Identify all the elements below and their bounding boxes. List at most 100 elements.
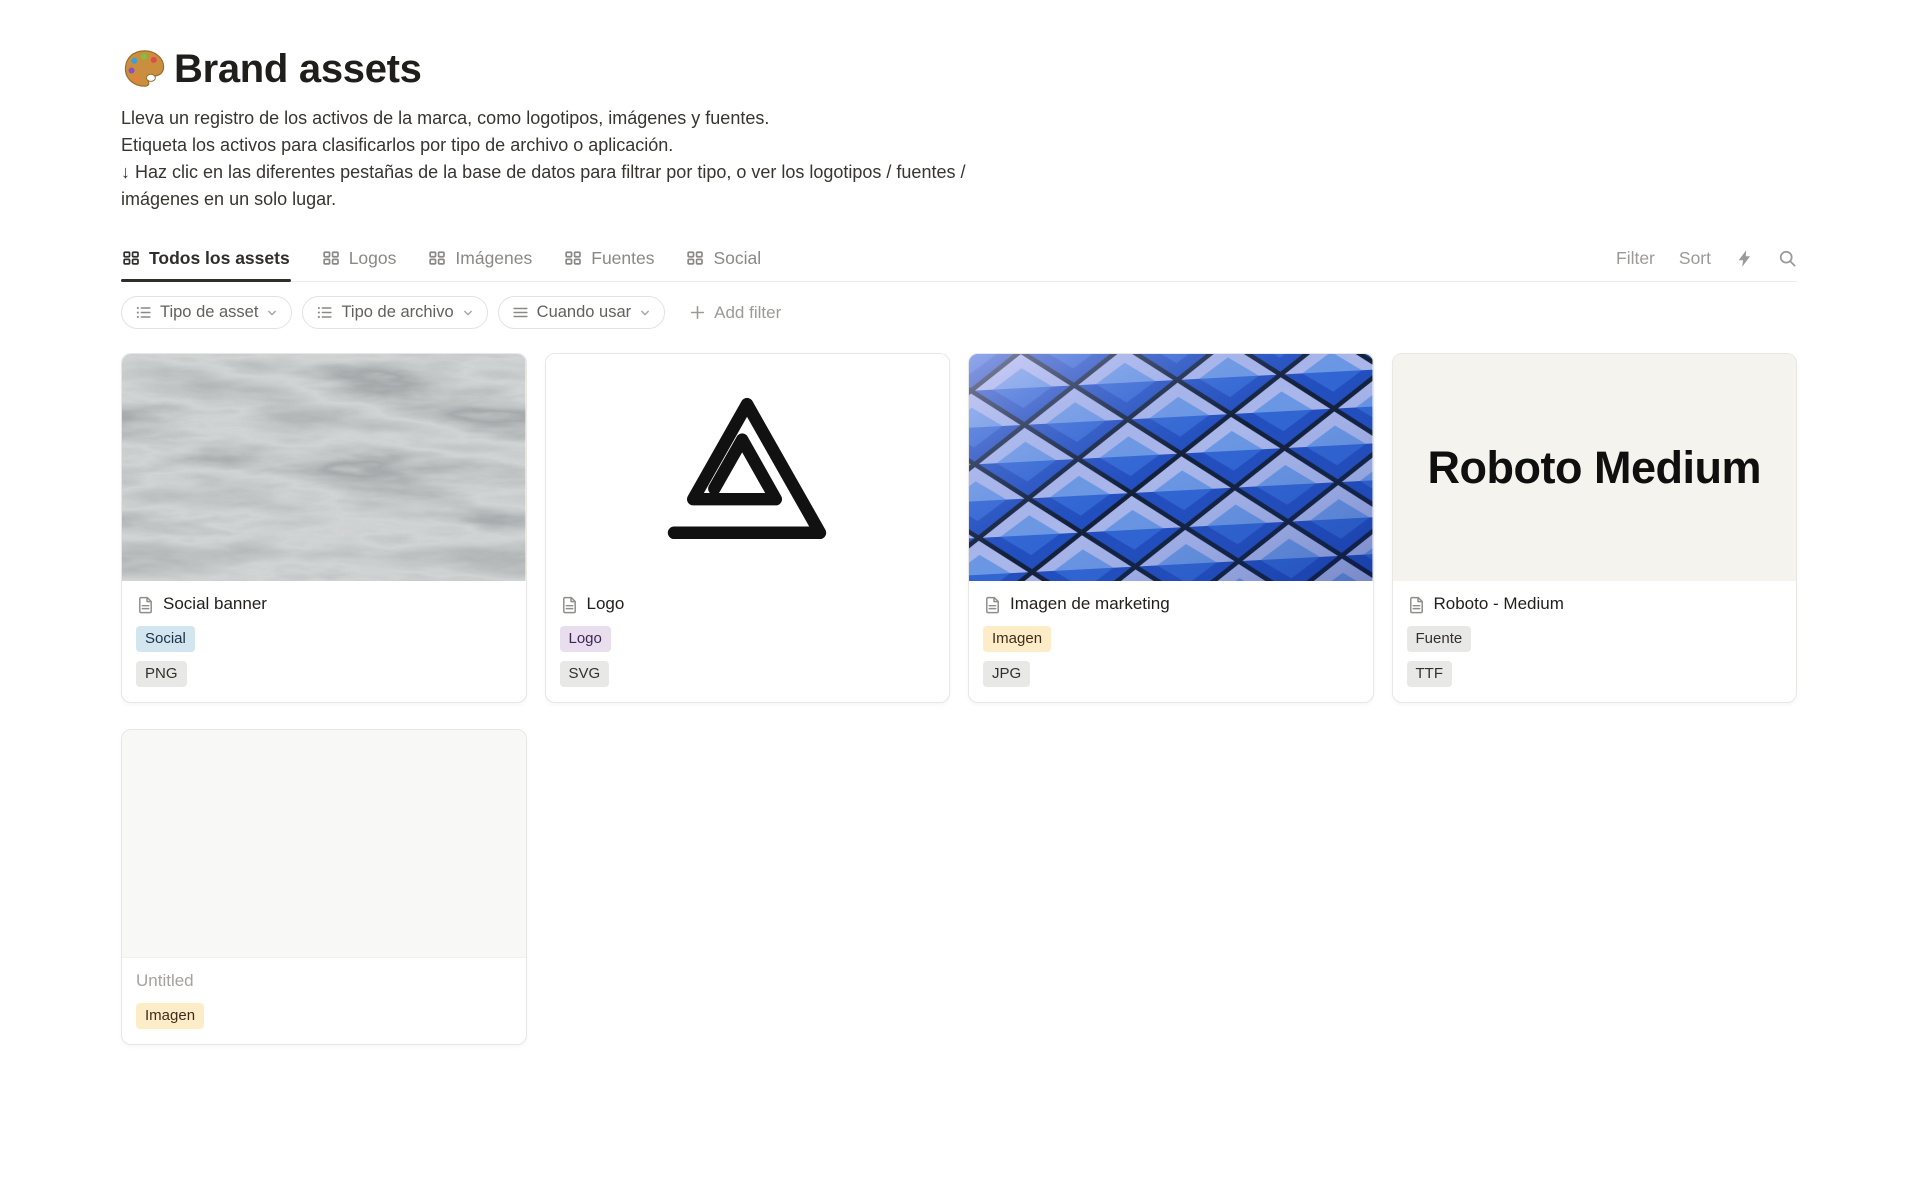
filter-chip-cuando-usar[interactable]: Cuando usar: [498, 296, 665, 329]
chevron-down-icon: [266, 307, 278, 319]
tab-fuentes[interactable]: Fuentes: [563, 235, 655, 281]
description-line-4: imágenes en un solo lugar.: [121, 186, 1797, 213]
tag-line: Imagen: [136, 1003, 512, 1029]
view-controls: Filter Sort: [1616, 235, 1797, 281]
tag-fuente: Fuente: [1407, 626, 1472, 652]
card-title-row: Untitled: [136, 971, 512, 991]
tag-logo: Logo: [560, 626, 611, 652]
tab-label: Todos los assets: [149, 248, 290, 269]
view-tabs-bar: Todos los assets Logos Imágenes Fuentes Soci…: [121, 235, 1797, 282]
tab-social[interactable]: Social: [685, 235, 762, 281]
plus-icon: [689, 304, 706, 321]
card-title: Logo: [587, 594, 625, 614]
gallery-grid-icon: [686, 249, 704, 267]
page-header: Brand assets Lleva un registro de los ac…: [121, 46, 1797, 213]
bulleted-list-icon: [135, 304, 152, 321]
card-title: Imagen de marketing: [1010, 594, 1170, 614]
gallery-card-untitled[interactable]: Untitled Imagen: [121, 729, 527, 1045]
page-title-row: Brand assets: [121, 46, 1797, 93]
tag-line: Logo: [560, 626, 936, 652]
bulleted-list-icon: [316, 304, 333, 321]
chevron-down-icon: [639, 307, 651, 319]
card-meta: Imagen de marketing Imagen JPG: [969, 581, 1373, 702]
marble-texture: [122, 354, 526, 581]
tag-ttf: TTF: [1407, 661, 1453, 687]
triangle-spiral-logo: [651, 381, 843, 554]
page-title: Brand assets: [174, 47, 422, 92]
add-filter-label: Add filter: [714, 303, 781, 323]
filter-chip-tipo-de-archivo[interactable]: Tipo de archivo: [302, 296, 487, 329]
description-line-3: ↓ Haz clic en las diferentes pestañas de…: [121, 159, 1797, 186]
filter-button[interactable]: Filter: [1616, 248, 1655, 269]
filter-chips: Tipo de asset Tipo de archivo Cuando usar: [121, 296, 665, 329]
tag-line: PNG: [136, 661, 512, 687]
description-line-1: Lleva un registro de los activos de la m…: [121, 105, 1797, 132]
page-description: Lleva un registro de los activos de la m…: [121, 105, 1797, 213]
gallery-grid-icon: [428, 249, 446, 267]
gallery-grid: Social banner Social PNG Logo Logo SVG Imagen …: [121, 353, 1797, 1045]
card-title-row: Imagen de marketing: [983, 594, 1359, 614]
gallery-card-roboto-medium[interactable]: Roboto Medium Roboto - Medium Fuente TTF: [1392, 353, 1798, 703]
tag-line: Imagen: [983, 626, 1359, 652]
tag-imagen: Imagen: [136, 1003, 204, 1029]
add-filter-button[interactable]: Add filter: [683, 302, 787, 324]
page-icon: [560, 595, 579, 614]
font-specimen-text: Roboto Medium: [1428, 442, 1761, 494]
card-meta: Roboto - Medium Fuente TTF: [1393, 581, 1797, 702]
tab-imagenes[interactable]: Imágenes: [427, 235, 533, 281]
gallery-card-logo[interactable]: Logo Logo SVG: [545, 353, 951, 703]
marble-photo-cover: [122, 354, 526, 581]
empty-cover: [122, 730, 526, 958]
card-meta: Logo Logo SVG: [546, 581, 950, 702]
card-title: Social banner: [163, 594, 267, 614]
gallery-grid-icon: [564, 249, 582, 267]
gallery-grid-icon: [122, 249, 140, 267]
font-specimen-cover: Roboto Medium: [1393, 354, 1797, 581]
tag-line: Fuente: [1407, 626, 1783, 652]
tab-todos-los-assets[interactable]: Todos los assets: [121, 235, 291, 281]
gallery-card-social-banner[interactable]: Social banner Social PNG: [121, 353, 527, 703]
card-title: Untitled: [136, 971, 194, 991]
tab-label: Imágenes: [455, 248, 532, 269]
sort-button[interactable]: Sort: [1679, 248, 1711, 269]
card-title-row: Social banner: [136, 594, 512, 614]
tag-jpg: JPG: [983, 661, 1030, 687]
gallery-card-imagen-de-marketing[interactable]: Imagen de marketing Imagen JPG: [968, 353, 1374, 703]
filter-chip-label: Cuando usar: [537, 303, 631, 322]
tag-svg: SVG: [560, 661, 610, 687]
bolt-icon[interactable]: [1735, 249, 1754, 268]
tab-label: Logos: [349, 248, 397, 269]
tag-png: PNG: [136, 661, 187, 687]
page-icon: [1407, 595, 1426, 614]
chevron-down-icon: [462, 307, 474, 319]
tag-line: TTF: [1407, 661, 1783, 687]
card-title-row: Logo: [560, 594, 936, 614]
filter-chip-label: Tipo de asset: [160, 303, 258, 322]
card-title-row: Roboto - Medium: [1407, 594, 1783, 614]
tag-line: Social: [136, 626, 512, 652]
tag-line: JPG: [983, 661, 1359, 687]
search-icon[interactable]: [1778, 249, 1797, 268]
tag-imagen: Imagen: [983, 626, 1051, 652]
filter-bar: Tipo de assetTipo de archivoCuando usar …: [121, 296, 1797, 329]
blue-facade-photo-cover: [969, 354, 1373, 581]
tab-label: Social: [713, 248, 761, 269]
card-meta: Untitled Imagen: [122, 958, 526, 1044]
tag-line: SVG: [560, 661, 936, 687]
facade-pattern: [969, 354, 1373, 581]
tab-label: Fuentes: [591, 248, 654, 269]
gallery-grid-icon: [322, 249, 340, 267]
page-icon: [983, 595, 1002, 614]
card-meta: Social banner Social PNG: [122, 581, 526, 702]
align-lines-icon: [512, 304, 529, 321]
tag-social: Social: [136, 626, 195, 652]
filter-chip-label: Tipo de archivo: [341, 303, 453, 322]
triangle-logo-cover: [546, 354, 950, 581]
view-tabs: Todos los assets Logos Imágenes Fuentes Soci…: [121, 235, 762, 281]
card-title: Roboto - Medium: [1434, 594, 1564, 614]
filter-chip-tipo-de-asset[interactable]: Tipo de asset: [121, 296, 292, 329]
description-line-2: Etiqueta los activos para clasificarlos …: [121, 132, 1797, 159]
brand-assets-page: Brand assets Lleva un registro de los ac…: [0, 0, 1920, 1045]
artist-palette-icon[interactable]: [121, 46, 168, 93]
tab-logos[interactable]: Logos: [321, 235, 398, 281]
